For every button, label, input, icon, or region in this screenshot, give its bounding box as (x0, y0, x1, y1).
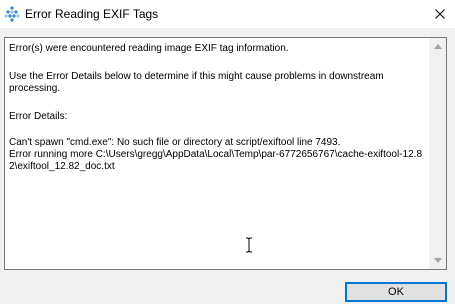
scroll-up-button[interactable] (429, 38, 446, 55)
vertical-scrollbar[interactable] (429, 38, 446, 269)
arrow-up-icon (433, 44, 442, 49)
window-title: Error Reading EXIF Tags (25, 7, 159, 21)
message-line-intro: Error(s) were encountered reading image … (9, 43, 289, 54)
message-line-instructions: Use the Error Details below to determine… (9, 71, 387, 94)
scroll-down-button[interactable] (429, 252, 446, 269)
app-icon (3, 5, 21, 23)
close-icon (435, 9, 445, 19)
error-message-textbox[interactable]: Error(s) were encountered reading image … (4, 37, 447, 270)
text-cursor-icon (245, 237, 253, 253)
arrow-down-icon (433, 258, 442, 263)
title-bar: Error Reading EXIF Tags (0, 0, 455, 28)
message-line-run-error: Error running more C:\Users\gregg\AppDat… (9, 149, 423, 172)
message-line-details-heading: Error Details: (9, 111, 68, 122)
message-line-spawn-error: Can't spawn "cmd.exe": No such file or d… (9, 137, 341, 148)
ok-button[interactable]: OK (345, 282, 447, 302)
error-message-text: Error(s) were encountered reading image … (9, 41, 429, 266)
close-button[interactable] (425, 0, 455, 28)
